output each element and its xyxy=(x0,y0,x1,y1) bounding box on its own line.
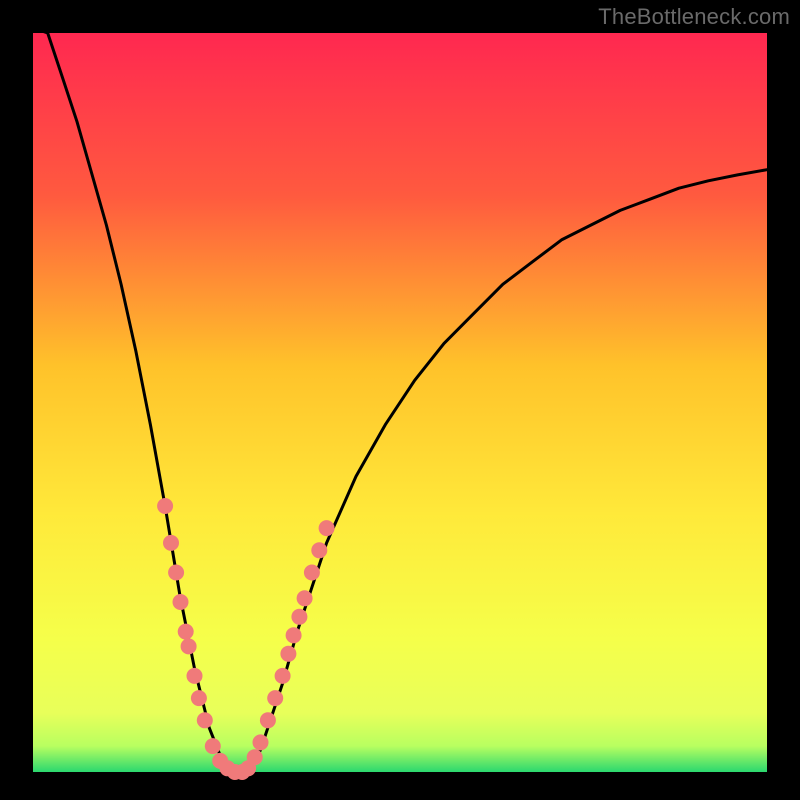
data-marker xyxy=(197,712,213,728)
data-marker xyxy=(168,565,184,581)
data-marker xyxy=(205,738,221,754)
data-marker xyxy=(173,594,189,610)
data-marker xyxy=(267,690,283,706)
data-marker xyxy=(304,565,320,581)
data-marker xyxy=(247,749,263,765)
data-marker xyxy=(297,590,313,606)
data-marker xyxy=(286,627,302,643)
watermark-text: TheBottleneck.com xyxy=(598,4,790,30)
data-marker xyxy=(260,712,276,728)
data-marker xyxy=(291,609,307,625)
bottleneck-chart xyxy=(0,0,800,800)
data-marker xyxy=(275,668,291,684)
data-marker xyxy=(187,668,203,684)
data-marker xyxy=(253,734,269,750)
chart-frame: TheBottleneck.com xyxy=(0,0,800,800)
data-marker xyxy=(178,624,194,640)
data-marker xyxy=(319,520,335,536)
data-marker xyxy=(163,535,179,551)
data-marker xyxy=(311,542,327,558)
data-marker xyxy=(191,690,207,706)
data-marker xyxy=(280,646,296,662)
data-marker xyxy=(157,498,173,514)
data-marker xyxy=(181,638,197,654)
